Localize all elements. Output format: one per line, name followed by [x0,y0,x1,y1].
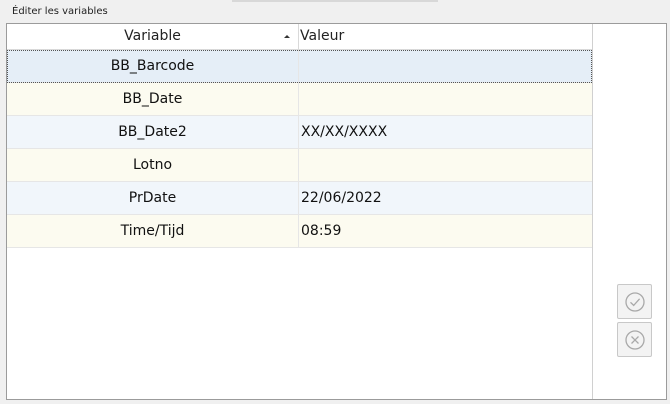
variable-value-cell[interactable]: XX/XX/XXXX [300,116,591,148]
x-circle-icon [624,329,645,350]
cell-divider [298,215,299,248]
check-circle-icon [624,291,645,312]
variable-name-cell[interactable]: BB_Date2 [7,116,298,148]
cancel-button[interactable] [617,322,652,357]
table-row-time-tijd[interactable]: Time/Tijd 08:59 [7,215,592,248]
window-title: Éditer les variables [12,6,108,17]
edit-variables-window: Éditer les variables Variable Valeur BB_… [0,0,670,404]
variable-name-cell[interactable]: PrDate [7,182,298,214]
variable-name-cell[interactable]: BB_Date [7,83,298,115]
variables-grid[interactable]: Variable Valeur BB_Barcode BB_Date BB_Da… [7,24,592,399]
row-focus-rectangle [7,50,592,83]
column-header-variable[interactable]: Variable [7,24,298,49]
variable-name-cell[interactable]: Lotno [7,149,298,181]
cell-divider [298,116,299,149]
variable-value-cell[interactable]: 22/06/2022 [300,182,591,214]
window-top-decoration [232,0,438,2]
action-sidebar [592,24,666,399]
cell-divider [298,182,299,215]
sort-ascending-icon [284,35,290,38]
table-row-bb-date2[interactable]: BB_Date2 XX/XX/XXXX [7,116,592,149]
cell-divider [298,83,299,116]
cell-divider [298,149,299,182]
table-row-bb-date[interactable]: BB_Date [7,83,592,116]
grid-header: Variable Valeur [7,24,592,50]
column-header-value[interactable]: Valeur [299,24,590,49]
table-row-prdate[interactable]: PrDate 22/06/2022 [7,182,592,215]
variable-value-cell[interactable]: 08:59 [300,215,591,247]
variable-value-cell[interactable] [300,149,591,181]
table-row-lotno[interactable]: Lotno [7,149,592,182]
table-row-bb-barcode[interactable]: BB_Barcode [7,50,592,83]
variables-panel: Variable Valeur BB_Barcode BB_Date BB_Da… [6,23,667,400]
variable-name-cell[interactable]: Time/Tijd [7,215,298,247]
confirm-button[interactable] [617,284,652,319]
variable-value-cell[interactable] [300,83,591,115]
